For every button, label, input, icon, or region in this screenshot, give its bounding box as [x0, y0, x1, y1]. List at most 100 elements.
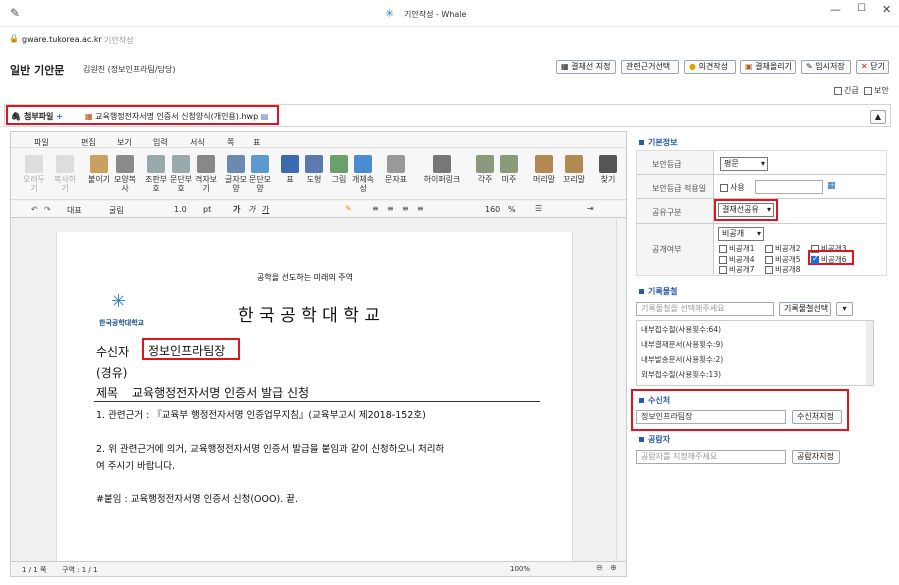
zoom-in-icon[interactable]: ⊕	[610, 563, 617, 572]
submit-icon: ▣	[745, 62, 753, 71]
tool-find[interactable]: 찾기	[595, 155, 621, 184]
record-list-item[interactable]: 내부발송문서(사용횟수:2)	[641, 354, 723, 365]
underline-icon[interactable]: 가	[262, 204, 269, 215]
menu-format[interactable]: 서식	[190, 137, 205, 148]
private-cb-2[interactable]: 비공개2	[765, 243, 800, 254]
style-select[interactable]: 대표	[67, 205, 82, 216]
close-window-icon[interactable]: ✕	[882, 3, 891, 16]
menu-page[interactable]: 쪽	[227, 137, 234, 148]
receiver-input[interactable]: 정보인프라팀장	[636, 410, 786, 424]
university-logo-icon: ✳	[111, 291, 127, 312]
author-info: 김원진 (정보인프라팀/담당)	[83, 65, 176, 74]
secure-checkbox[interactable]: 보안	[864, 85, 889, 96]
share-select[interactable]: 결재선공유	[718, 203, 774, 217]
tool-table[interactable]: 표	[277, 155, 303, 184]
tool-char-shape[interactable]: 글자모양	[223, 155, 249, 193]
font-select[interactable]: 굴림	[109, 205, 124, 216]
temp-save-button[interactable]: ✎ 임시저장	[801, 60, 851, 74]
indent-icon[interactable]: ⇥	[587, 204, 594, 213]
record-list-item[interactable]: 외부접수철(사용횟수:13)	[641, 369, 721, 380]
grid-icon	[197, 155, 215, 173]
collapse-attachment-button[interactable]: ▲	[870, 110, 886, 124]
calendar-icon[interactable]: ▦	[827, 181, 836, 191]
menu-file[interactable]: 파일	[34, 137, 49, 148]
sec-apply-date[interactable]	[755, 180, 823, 194]
tool-hyperlink[interactable]: 하이퍼링크	[420, 155, 464, 184]
list-icon[interactable]: ☰	[535, 204, 542, 213]
urgent-checkbox[interactable]: 긴급	[834, 85, 859, 96]
public-select[interactable]: 비공개	[718, 227, 764, 241]
hwp-file-icon: ▦	[85, 112, 93, 121]
tool-footer[interactable]: 꼬리말	[561, 155, 587, 184]
record-list-item[interactable]: 내부결재문서(사용횟수:9)	[641, 339, 723, 350]
add-attachment-icon[interactable]: +	[56, 112, 63, 121]
highlight-icon[interactable]: ✎	[345, 204, 352, 213]
zoom-percent[interactable]: 160	[485, 205, 500, 214]
tool-shape[interactable]: 도형	[301, 155, 327, 184]
private-cb-6[interactable]: 비공개6	[811, 254, 846, 265]
close-button[interactable]: ✕ 닫기	[856, 60, 889, 74]
tool-symbols[interactable]: 문자표	[383, 155, 409, 184]
record-input[interactable]: 기록물철을 선택해주세요	[636, 302, 774, 316]
record-dropdown-button[interactable]: ▾	[836, 302, 853, 316]
redo-icon[interactable]: ↷	[44, 205, 51, 214]
minimize-icon[interactable]: —	[830, 3, 841, 16]
file-view-icon[interactable]: ▤	[261, 112, 269, 121]
tool-copy[interactable]: 복사하기	[52, 155, 78, 193]
bold-icon[interactable]: 가	[233, 204, 240, 215]
tool-footnote[interactable]: 각주	[472, 155, 498, 184]
doc-line2a: 2. 위 관련근거에 의거, 교육행정전자서명 인증서 발급을 붙임과 같이 신…	[96, 444, 445, 455]
record-list-item[interactable]: 내부접수철(사용횟수:64)	[641, 324, 721, 335]
tool-paste[interactable]: 붙이기	[86, 155, 112, 184]
tool-picture[interactable]: 그림	[326, 155, 352, 184]
menu-edit[interactable]: 편집	[81, 137, 96, 148]
tool-endnote[interactable]: 미주	[496, 155, 522, 184]
private-cb-7[interactable]: 비공개7	[719, 264, 754, 275]
related-basis-button[interactable]: 관련근거선택	[621, 60, 679, 74]
sec-grade-select[interactable]: 평문	[720, 157, 768, 171]
menu-view[interactable]: 보기	[117, 137, 132, 148]
record-list-scrollbar[interactable]	[866, 321, 873, 385]
viewer-input[interactable]: 공람자를 지정해주세요	[636, 450, 786, 464]
editor-scrollbar[interactable]	[616, 219, 626, 560]
doc-subject-label: 제목	[96, 386, 119, 400]
tool-paragraph-marks[interactable]: 문단부호	[168, 155, 194, 193]
italic-icon[interactable]: 가	[248, 204, 255, 215]
close-icon: ✕	[861, 62, 868, 71]
basic-info-heading: 기본정보	[639, 137, 677, 148]
align-right-icon[interactable]: ≡	[402, 204, 409, 213]
font-size-input[interactable]: 1.0	[174, 205, 187, 214]
tool-grid[interactable]: 격자보기	[193, 155, 219, 193]
tool-header[interactable]: 머리말	[531, 155, 557, 184]
receiver-assign-button[interactable]: 수신처지정	[792, 410, 842, 424]
menu-table[interactable]: 표	[253, 137, 260, 148]
sec-apply-checkbox[interactable]: 사용	[720, 182, 745, 193]
align-center-icon[interactable]: ≡	[387, 204, 394, 213]
record-select-button[interactable]: 기록물철선택	[779, 302, 831, 316]
viewer-assign-button[interactable]: 공람자지정	[792, 450, 840, 464]
copy-icon	[56, 155, 74, 173]
private-cb-8[interactable]: 비공개8	[765, 264, 800, 275]
tool-para-shape[interactable]: 문단모양	[247, 155, 273, 193]
url-page: 기안작성	[104, 36, 134, 45]
undo-icon[interactable]: ↶	[31, 205, 38, 214]
private-cb-1[interactable]: 비공개1	[719, 243, 754, 254]
tool-cut[interactable]: 오려두기	[21, 155, 47, 193]
maximize-icon[interactable]: ☐	[857, 3, 866, 14]
align-left-icon[interactable]: ≡	[372, 204, 379, 213]
tool-control-marks[interactable]: 조판부호	[143, 155, 169, 193]
attachment-file-link[interactable]: ▦ 교육행정전자서명 인증서 신청양식(개인용).hwp ▤	[85, 111, 268, 122]
chevron-up-icon: ▲	[874, 112, 882, 121]
scissors-icon	[25, 155, 43, 173]
tool-object-props[interactable]: 개체속성	[350, 155, 376, 193]
tool-format-copy[interactable]: 모양복사	[112, 155, 138, 193]
zoom-out-icon[interactable]: ⊖	[596, 563, 603, 572]
pin-icon[interactable]: ✎	[10, 6, 20, 20]
status-zoom[interactable]: 100%	[510, 565, 530, 573]
approval-line-button[interactable]: ▦ 결재선 지정	[556, 60, 616, 74]
menu-insert[interactable]: 입력	[153, 137, 168, 148]
submit-approval-button[interactable]: ▣ 결재올리기	[740, 60, 796, 74]
url-host[interactable]: gware.tukorea.ac.kr	[22, 35, 102, 44]
opinion-button[interactable]: ● 의견작성	[684, 60, 736, 74]
align-justify-icon[interactable]: ≡	[417, 204, 424, 213]
